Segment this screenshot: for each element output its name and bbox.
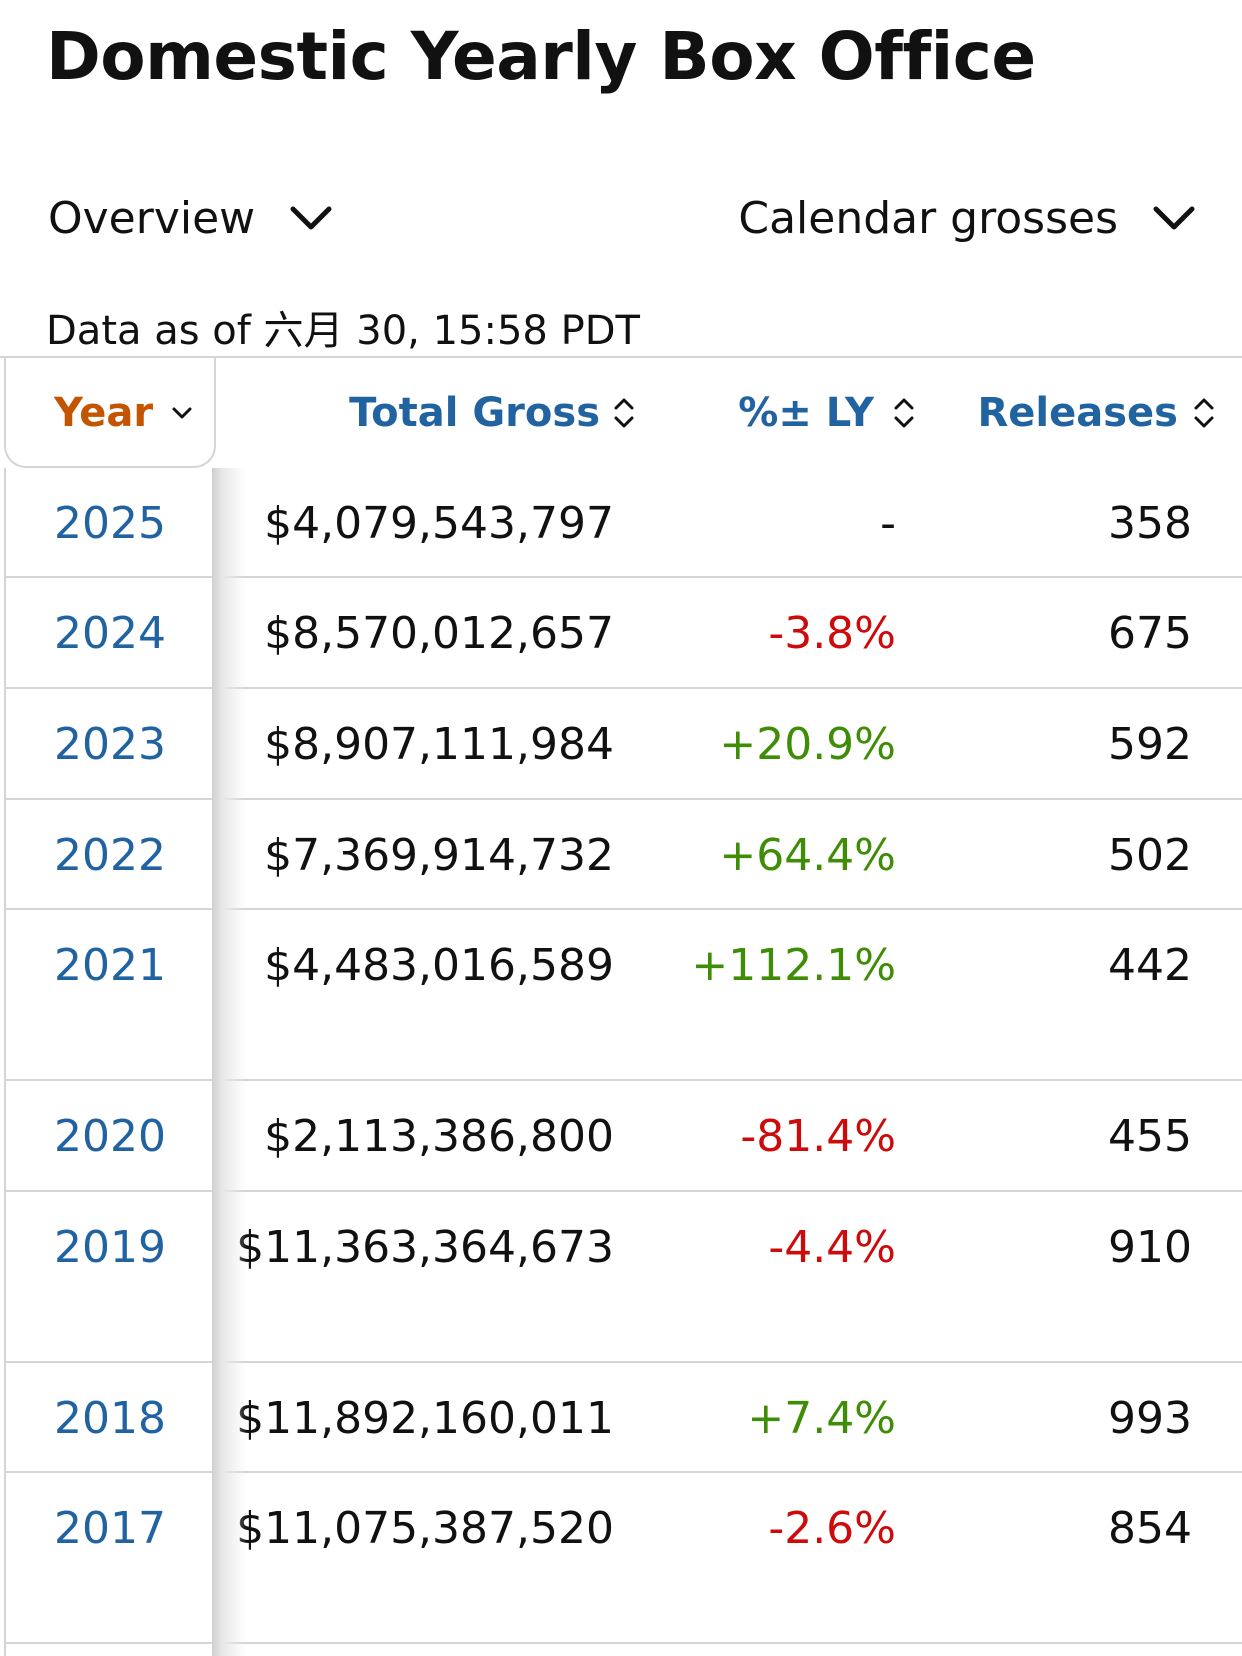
year-link[interactable]: 2025 xyxy=(54,496,166,552)
year-link[interactable]: 2017 xyxy=(54,1501,166,1557)
year-link[interactable]: 2021 xyxy=(54,938,166,994)
table-row: 2022 $7,369,914,732 +64.4% 502 xyxy=(4,800,1242,910)
pct-change: -81.4% xyxy=(740,1111,896,1162)
releases-count: 675 xyxy=(1108,608,1192,659)
pct-change: -2.6% xyxy=(768,1503,896,1554)
yearly-box-office-page: Domestic Yearly Box Office Overview Cale… xyxy=(0,0,1242,1656)
pct-change: +7.4% xyxy=(747,1393,896,1444)
releases-count: 854 xyxy=(1108,1503,1192,1554)
page-title: Domestic Yearly Box Office xyxy=(46,18,1036,95)
releases-count: 455 xyxy=(1108,1111,1192,1162)
column-header-releases[interactable]: Releases xyxy=(977,388,1216,438)
grosses-dropdown-label: Calendar grosses xyxy=(738,192,1118,244)
table-row: 2023 $8,907,111,984 +20.9% 592 xyxy=(4,689,1242,800)
chevron-down-icon xyxy=(289,196,333,240)
total-gross: $7,369,914,732 xyxy=(264,830,614,881)
table-row: 2020 $2,113,386,800 -81.4% 455 xyxy=(4,1081,1242,1192)
releases-count: 993 xyxy=(1108,1393,1192,1444)
chevron-down-icon xyxy=(1152,196,1196,240)
total-gross: $11,363,364,673 xyxy=(236,1222,614,1273)
year-link[interactable]: 2018 xyxy=(54,1391,166,1447)
releases-count: 502 xyxy=(1108,830,1192,881)
data-as-of-timestamp: Data as of 六月 30, 15:58 PDT xyxy=(46,308,640,354)
total-gross: $11,892,160,011 xyxy=(236,1393,614,1444)
total-gross: $4,483,016,589 xyxy=(264,940,614,991)
view-dropdown[interactable]: Overview xyxy=(48,186,333,250)
year-link[interactable]: 2020 xyxy=(54,1109,166,1165)
column-header-pct-ly[interactable]: %± LY xyxy=(738,388,916,438)
pct-change: +112.1% xyxy=(691,940,896,991)
table-row: 2017 $11,075,387,520 -2.6% 854 xyxy=(4,1473,1242,1644)
sort-icon xyxy=(1192,393,1216,433)
total-gross: $4,079,543,797 xyxy=(264,498,614,549)
column-header-total-gross[interactable]: Total Gross xyxy=(349,388,636,438)
releases-count: 592 xyxy=(1108,719,1192,770)
table-row: 2019 $11,363,364,673 -4.4% 910 xyxy=(4,1192,1242,1363)
total-gross: $11,075,387,520 xyxy=(236,1503,614,1554)
view-dropdown-label: Overview xyxy=(48,192,256,244)
sort-descending-icon xyxy=(171,406,193,420)
sort-icon xyxy=(892,393,916,433)
column-header-year[interactable]: Year xyxy=(54,388,193,438)
releases-count: 910 xyxy=(1108,1222,1192,1273)
table-row: 2024 $8,570,012,657 -3.8% 675 xyxy=(4,578,1242,689)
total-gross: $2,113,386,800 xyxy=(264,1111,614,1162)
table-row: 2025 $4,079,543,797 - 358 xyxy=(4,468,1242,578)
year-link[interactable]: 2024 xyxy=(54,606,166,662)
pct-change: - xyxy=(880,498,896,549)
year-link[interactable]: 2022 xyxy=(54,828,166,884)
pct-change: +64.4% xyxy=(719,830,896,881)
pct-change: -3.8% xyxy=(768,608,896,659)
pct-change: +20.9% xyxy=(719,719,896,770)
box-office-table: Year Total Gross %± LY Releases 2025 $4,… xyxy=(0,356,1242,1656)
table-row: 2018 $11,892,160,011 +7.4% 993 xyxy=(4,1363,1242,1473)
year-link[interactable]: 2019 xyxy=(54,1220,166,1276)
grosses-dropdown[interactable]: Calendar grosses xyxy=(738,186,1196,250)
sort-icon xyxy=(612,393,636,433)
table-header: Year Total Gross %± LY Releases xyxy=(0,358,1242,468)
releases-count: 358 xyxy=(1108,498,1192,549)
year-link[interactable]: 2023 xyxy=(54,717,166,773)
releases-count: 442 xyxy=(1108,940,1192,991)
total-gross: $8,907,111,984 xyxy=(264,719,614,770)
table-row: 2021 $4,483,016,589 +112.1% 442 xyxy=(4,910,1242,1081)
total-gross: $8,570,012,657 xyxy=(264,608,614,659)
pct-change: -4.4% xyxy=(768,1222,896,1273)
